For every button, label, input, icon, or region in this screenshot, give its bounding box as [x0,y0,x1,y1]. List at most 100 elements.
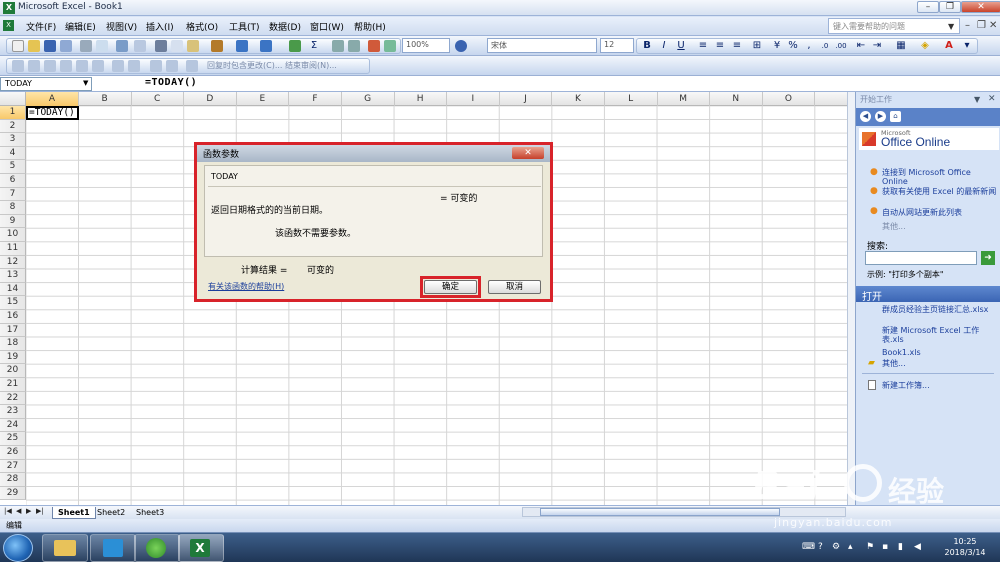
spelling-icon[interactable] [116,40,128,52]
column-header[interactable]: N [710,92,763,106]
ok-button[interactable]: 确定 [424,280,477,294]
review-icon-4[interactable] [60,60,72,72]
row-header[interactable]: 5 [0,160,26,174]
row-header[interactable]: 21 [0,378,26,392]
row-header[interactable]: 15 [0,296,26,310]
device-icon[interactable]: ▪ [882,542,888,552]
menu-tools[interactable]: 工具(T) [229,20,260,33]
help-tray-icon[interactable]: ? [818,542,823,552]
new-workbook-link[interactable]: 新建工作簿... [882,381,997,390]
link-excel-news[interactable]: 获取有关使用 Excel 的最新新闻 [882,187,997,196]
percent-icon[interactable]: % [786,39,800,53]
sort-asc-icon[interactable] [332,40,344,52]
row-header[interactable]: 14 [0,282,26,297]
keyboard-icon[interactable]: ⌨ [802,542,815,552]
reply-with-changes-button[interactable]: 回复时包含更改(C)... 结束审阅(N)... [207,60,337,71]
flag-icon[interactable]: ⚑ [866,542,874,552]
row-header[interactable]: 1 [0,106,26,120]
new-icon[interactable] [12,40,24,52]
vertical-scrollbar[interactable] [847,92,855,505]
sort-desc-icon[interactable] [348,40,360,52]
row-header[interactable]: 24 [0,418,26,433]
task-pane-close-icon[interactable]: ✕ [988,94,996,104]
increase-decimal-icon[interactable]: .0 [818,39,832,53]
menu-view[interactable]: 视图(V) [106,20,137,33]
italic-button[interactable]: I [657,39,671,53]
row-header[interactable]: 18 [0,337,26,351]
links-more[interactable]: 其他... [882,222,997,231]
align-right-icon[interactable]: ≡ [730,39,744,53]
row-header[interactable]: 16 [0,310,26,324]
name-box[interactable]: TODAY [0,77,92,91]
link-update-list[interactable]: 自动从网站更新此列表 [882,208,997,217]
research-icon[interactable] [134,40,146,52]
task-pane-search-input[interactable] [865,251,977,265]
row-header[interactable]: 4 [0,146,26,161]
select-all-corner[interactable] [0,92,26,106]
menu-window[interactable]: 窗口(W) [310,20,344,33]
row-header[interactable]: 22 [0,391,26,406]
chevron-down-icon[interactable]: ▼ [948,22,954,31]
row-header[interactable]: 2 [0,119,26,134]
doc-restore-icon[interactable]: ❐ [977,20,986,31]
hyperlink-icon[interactable] [289,40,301,52]
back-icon[interactable]: ◀ [860,111,871,122]
tab-sheet2[interactable]: Sheet2 [92,507,130,519]
column-header[interactable]: I [447,92,500,106]
last-sheet-icon[interactable]: ▶| [36,507,44,515]
home-icon[interactable]: ⌂ [890,111,901,122]
cancel-button[interactable]: 取消 [488,280,541,294]
open-icon[interactable] [28,40,40,52]
copy-icon[interactable] [171,40,183,52]
chevron-up-icon[interactable]: ▴ [848,542,853,552]
fill-color-icon[interactable]: ◈ [918,39,932,53]
recent-file-3[interactable]: Book1.xls [882,348,997,357]
toolbar-options-icon[interactable]: ▾ [960,39,974,53]
decrease-decimal-icon[interactable]: .00 [834,39,848,53]
next-sheet-icon[interactable]: ▶ [26,507,31,515]
row-header[interactable]: 19 [0,350,26,365]
settings-tray-icon[interactable]: ⚙ [832,542,840,552]
row-header[interactable]: 26 [0,446,26,460]
font-color-icon[interactable]: A [942,39,956,53]
drawing-icon[interactable] [384,40,396,52]
chart-wizard-icon[interactable] [368,40,380,52]
first-sheet-icon[interactable]: |◀ [4,507,12,515]
undo-icon[interactable] [236,40,248,52]
underline-button[interactable]: U [674,39,688,53]
column-header[interactable]: G [342,92,395,106]
column-header[interactable]: L [605,92,658,106]
cut-icon[interactable] [155,40,167,52]
row-header[interactable]: 12 [0,255,26,270]
link-office-online[interactable]: 连接到 Microsoft Office Online [882,168,997,186]
function-help-link[interactable]: 有关该函数的帮助(H) [208,281,284,292]
column-header[interactable]: J [499,92,553,106]
row-header[interactable]: 9 [0,214,26,229]
menu-edit[interactable]: 编辑(E) [65,20,96,33]
review-icon-1[interactable] [12,60,24,72]
menu-format[interactable]: 格式(O) [186,20,218,33]
recent-file-1[interactable]: 群成员经验主页链接汇总.xlsx [882,305,997,314]
row-header[interactable]: 25 [0,432,26,446]
menu-file[interactable]: 文件(F) [26,20,56,33]
font-size-select[interactable]: 12 [600,38,634,53]
column-header[interactable]: M [657,92,711,106]
volume-icon[interactable]: ◀ [914,542,921,552]
restore-button[interactable]: ❐ [939,1,961,13]
start-button[interactable] [3,534,33,562]
align-left-icon[interactable]: ≡ [696,39,710,53]
review-icon-10[interactable] [166,60,178,72]
menu-data[interactable]: 数据(D) [269,20,301,33]
column-header[interactable]: K [552,92,605,106]
decrease-indent-icon[interactable]: ⇤ [854,39,868,53]
prev-sheet-icon[interactable]: ◀ [16,507,21,515]
review-icon-8[interactable] [128,60,140,72]
search-go-icon[interactable]: ➜ [981,251,995,265]
name-box-dropdown-icon[interactable]: ▼ [83,79,88,87]
format-painter-icon[interactable] [211,40,223,52]
row-header[interactable]: 20 [0,364,26,378]
column-header[interactable]: H [394,92,448,106]
row-header[interactable]: 3 [0,133,26,147]
review-icon-6[interactable] [92,60,104,72]
font-select[interactable]: 宋体 [487,38,597,53]
